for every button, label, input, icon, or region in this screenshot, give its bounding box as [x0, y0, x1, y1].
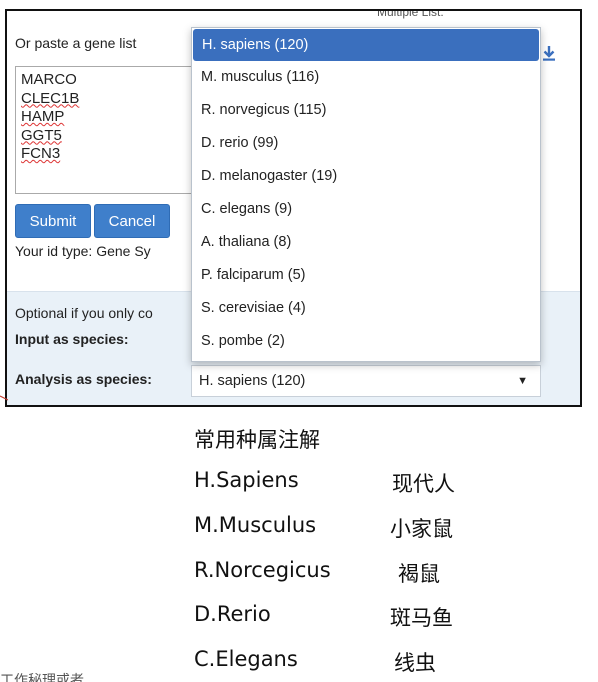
species-latin-name: H.Sapiens: [194, 468, 299, 492]
dropdown-option[interactable]: D. rerio (99): [192, 127, 540, 159]
screenshot-frame: Multiple List: Or paste a gene list MARC…: [5, 9, 582, 407]
red-line-mark: [0, 395, 8, 401]
species-chinese-name: 小家鼠: [390, 517, 453, 541]
cut-off-caption: 工作秘理或者: [0, 673, 84, 682]
gene-entry: FCN3: [21, 145, 61, 162]
analysis-species-value: H. sapiens (120): [199, 373, 306, 389]
gene-entry: GGT5: [21, 126, 62, 144]
id-type-text: Your id type: Gene Sy: [15, 243, 151, 259]
dropdown-option[interactable]: S. pombe (2): [192, 325, 540, 357]
dropdown-option[interactable]: S. cerevisiae (4): [192, 292, 540, 324]
cancel-button[interactable]: Cancel: [94, 204, 170, 238]
paste-gene-list-label: Or paste a gene list: [15, 35, 137, 51]
species-chinese-name: 斑马鱼: [390, 606, 453, 630]
analysis-species-label: Analysis as species:: [15, 371, 152, 387]
analysis-species-select[interactable]: H. sapiens (120) ▼: [191, 365, 541, 397]
species-dropdown-list[interactable]: H. sapiens (120) M. musculus (116) R. no…: [191, 27, 541, 362]
dropdown-option[interactable]: R. norvegicus (115): [192, 94, 540, 126]
species-chinese-name: 线虫: [394, 651, 436, 675]
input-species-label: Input as species:: [15, 331, 129, 347]
species-chinese-name: 褐鼠: [398, 562, 440, 586]
species-latin-name: M.Musculus: [194, 513, 317, 537]
submit-button[interactable]: Submit: [15, 204, 91, 238]
optional-text: Optional if you only co: [15, 305, 153, 321]
species-latin-name: R.Norcegicus: [194, 558, 331, 582]
dropdown-option[interactable]: H. sapiens (120): [193, 29, 539, 61]
dropdown-option[interactable]: D. melanogaster (19): [192, 160, 540, 192]
dropdown-option[interactable]: M. musculus (116): [192, 61, 540, 93]
download-icon[interactable]: [541, 44, 557, 62]
notes-heading: 常用种属注解: [194, 428, 320, 452]
gene-entry: MARCO: [21, 71, 77, 88]
gene-entry: CLEC1B: [21, 89, 80, 107]
species-chinese-name: 现代人: [392, 472, 455, 496]
species-latin-name: D.Rerio: [194, 602, 271, 626]
gene-entry: HAMP: [21, 108, 65, 125]
dropdown-option[interactable]: P. falciparum (5): [192, 259, 540, 291]
species-latin-name: C.Elegans: [194, 647, 298, 671]
multiple-list-label: Multiple List:: [377, 9, 444, 19]
chevron-down-icon: ▼: [517, 375, 528, 387]
gene-list-textarea[interactable]: MARCO CLEC1B HAMP GGT5 FCN3: [15, 66, 200, 194]
dropdown-option[interactable]: C. elegans (9): [192, 193, 540, 225]
dropdown-option[interactable]: A. thaliana (8): [192, 226, 540, 258]
